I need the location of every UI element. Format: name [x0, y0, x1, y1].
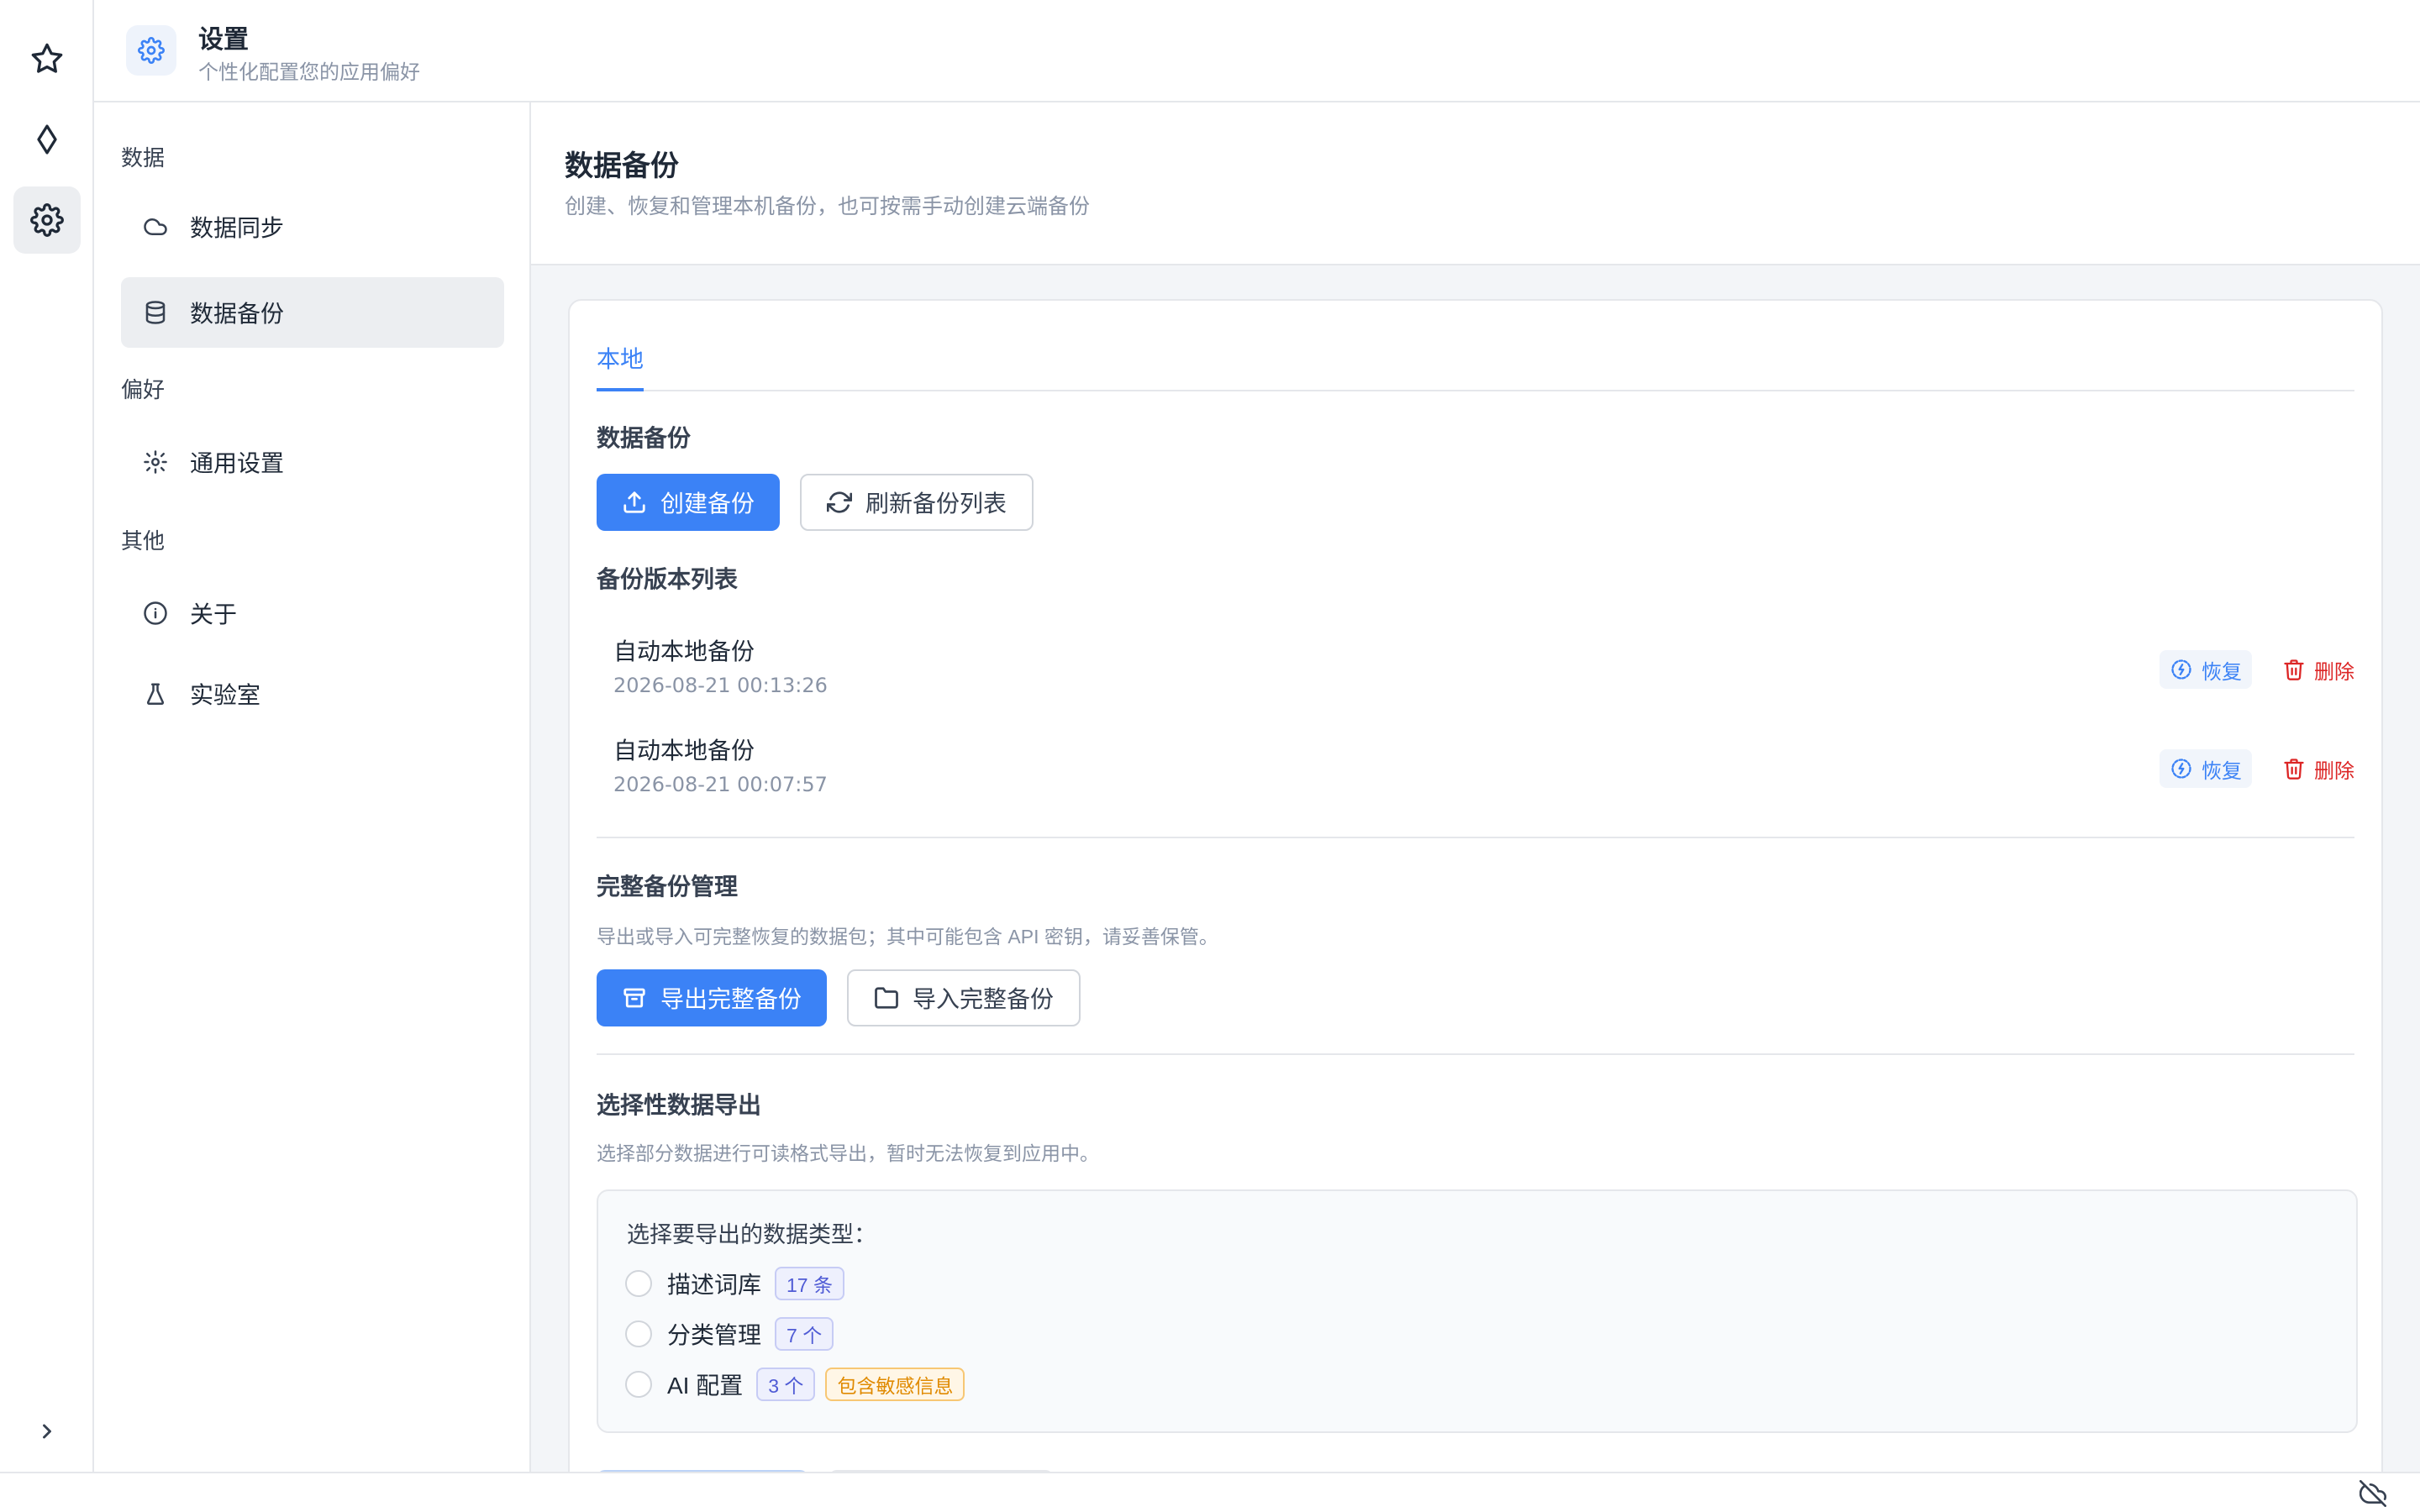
rail-settings-button[interactable]	[13, 186, 81, 254]
app-header: 设置 个性化配置您的应用偏好	[94, 0, 2420, 102]
option-label: AI 配置	[667, 1373, 744, 1399]
database-icon	[145, 301, 166, 324]
nav-item-label: 数据同步	[190, 215, 285, 241]
option-radio[interactable]	[625, 1371, 652, 1398]
option-radio[interactable]	[625, 1270, 652, 1297]
data-type-label: 选择要导出的数据类型：	[627, 1222, 876, 1247]
trash-icon	[2284, 659, 2304, 680]
nav-item-about[interactable]: 关于	[121, 578, 504, 648]
trash-icon	[2284, 759, 2304, 780]
gear-icon	[138, 37, 165, 64]
nav-group-data: 数据	[121, 145, 166, 171]
import-full-backup-label: 导入完整备份	[913, 986, 1055, 1012]
data-type-selector: 选择要导出的数据类型： 描述词库 17 条 分类管理 7 个 AI 配置 3 个…	[597, 1189, 2358, 1433]
section-divider	[597, 837, 2354, 838]
refresh-backup-list-label: 刷新备份列表	[865, 491, 1007, 517]
export-full-backup-label: 导出完整备份	[660, 986, 802, 1012]
restore-icon	[2171, 759, 2191, 779]
chevron-right-icon	[43, 1424, 51, 1439]
tab-bar: 本地	[597, 301, 2354, 391]
restore-button[interactable]: 恢复	[2160, 749, 2252, 788]
nav-item-label: 数据备份	[190, 301, 285, 327]
delete-button[interactable]: 删除	[2282, 749, 2354, 788]
icon-rail	[0, 0, 94, 1472]
main-content: 数据备份 创建、恢复和管理本机备份，也可按需手动创建云端备份 本地 数据备份 创…	[531, 102, 2420, 1472]
nav-group-other: 其他	[121, 528, 166, 554]
backup-time: 2026-08-21 00:13:26	[613, 674, 828, 697]
delete-label: 删除	[2314, 660, 2354, 684]
delete-label: 删除	[2314, 759, 2354, 783]
selective-export-desc: 选择部分数据进行可读格式导出，暂时无法恢复到应用中。	[597, 1142, 1099, 1164]
backup-card: 本地 数据备份 创建备份 刷新备份列表 备份版本列表 自动本地备份 2026-0…	[568, 299, 2383, 1472]
settings-nav: 数据 数据同步 数据备份 偏好 通用设置 其他 关于 实验室	[94, 102, 531, 1472]
export-full-backup-button[interactable]: 导出完整备份	[597, 969, 828, 1026]
option-label: 分类管理	[667, 1322, 762, 1348]
count-badge: 17 条	[775, 1267, 844, 1300]
rail-diamond-button[interactable]	[13, 106, 81, 173]
option-label: 描述词库	[667, 1272, 762, 1298]
option-prompt-library[interactable]: 描述词库 17 条	[625, 1263, 855, 1304]
option-ai-config[interactable]: AI 配置 3 个 包含敏感信息	[625, 1364, 975, 1404]
backup-name: 自动本地备份	[613, 638, 755, 664]
page-title: 数据备份	[565, 150, 679, 182]
section-divider	[597, 1053, 2354, 1055]
cloud-icon	[144, 218, 167, 235]
gear-icon	[144, 450, 167, 474]
header-subtitle: 个性化配置您的应用偏好	[198, 61, 420, 84]
diamond-icon	[37, 124, 57, 155]
info-icon	[144, 601, 167, 625]
option-category-management[interactable]: 分类管理 7 个	[625, 1314, 844, 1354]
option-radio[interactable]	[625, 1320, 652, 1347]
status-bar	[0, 1472, 2420, 1512]
flask-icon	[146, 683, 165, 705]
sensitive-badge: 包含敏感信息	[825, 1368, 965, 1401]
backup-time: 2026-08-21 00:07:57	[613, 773, 828, 796]
archive-icon	[623, 988, 645, 1008]
tab-local[interactable]: 本地	[597, 341, 644, 391]
sync-status-button[interactable]	[2359, 1480, 2386, 1507]
gear-icon	[30, 203, 64, 237]
backup-section-title: 数据备份	[597, 425, 692, 451]
full-backup-desc: 导出或导入可完整恢复的数据包；其中可能包含 API 密钥，请妥善保管。	[597, 926, 1218, 948]
nav-item-lab[interactable]: 实验室	[121, 659, 504, 729]
nav-item-data-backup[interactable]: 数据备份	[121, 277, 504, 348]
create-backup-label: 创建备份	[660, 491, 755, 517]
nav-item-label: 实验室	[190, 682, 261, 708]
backup-list-title: 备份版本列表	[597, 566, 739, 592]
delete-button[interactable]: 删除	[2282, 650, 2354, 689]
page-subtitle: 创建、恢复和管理本机备份，也可按需手动创建云端备份	[565, 195, 1091, 218]
star-icon	[31, 43, 63, 73]
upload-icon	[623, 491, 645, 513]
selective-export-title: 选择性数据导出	[597, 1092, 762, 1118]
nav-item-label: 通用设置	[190, 450, 285, 476]
restore-label: 恢复	[2202, 759, 2242, 783]
backup-name: 自动本地备份	[613, 738, 755, 764]
nav-item-general[interactable]: 通用设置	[121, 427, 504, 497]
restore-label: 恢复	[2202, 660, 2242, 684]
restore-icon	[2171, 659, 2191, 680]
nav-group-preferences: 偏好	[121, 377, 166, 402]
header-icon-box	[126, 25, 176, 76]
rail-expand-button[interactable]	[30, 1415, 64, 1448]
full-backup-title: 完整备份管理	[597, 874, 739, 900]
create-backup-button[interactable]: 创建备份	[597, 474, 781, 531]
nav-item-data-sync[interactable]: 数据同步	[121, 192, 504, 262]
cloud-off-icon	[2359, 1480, 2386, 1507]
header-title: 设置	[198, 26, 249, 54]
refresh-backup-list-button[interactable]: 刷新备份列表	[800, 474, 1034, 531]
rail-favorites-button[interactable]	[13, 25, 81, 92]
nav-item-label: 关于	[190, 601, 238, 627]
backup-list-item: 自动本地备份 2026-08-21 00:07:57 恢复 删除	[613, 724, 2354, 816]
count-badge: 7 个	[775, 1317, 834, 1351]
restore-button[interactable]: 恢复	[2160, 650, 2252, 689]
backup-list-item: 自动本地备份 2026-08-21 00:13:26 恢复 删除	[613, 625, 2354, 717]
page-header: 数据备份 创建、恢复和管理本机备份，也可按需手动创建云端备份	[531, 102, 2420, 265]
count-badge: 3 个	[756, 1368, 816, 1401]
import-full-backup-button[interactable]: 导入完整备份	[847, 969, 1081, 1026]
folder-icon	[875, 987, 898, 1009]
refresh-icon	[827, 491, 852, 513]
